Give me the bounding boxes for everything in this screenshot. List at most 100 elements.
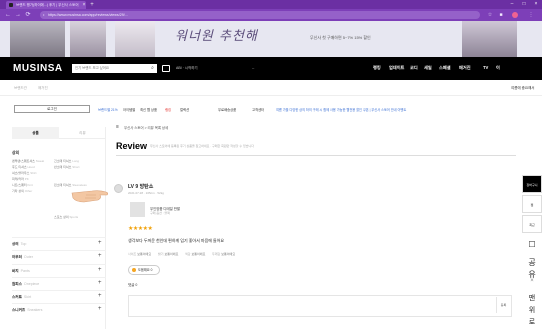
cat-item-support[interactable]: 고객센터 [252,107,264,112]
sidebar-tab-product[interactable]: 상품 [12,127,59,139]
review-tag: 색감보통이에요 [185,252,206,256]
avatar[interactable] [114,184,123,193]
expand-plus-icon[interactable]: + [98,306,102,312]
subnav-right-link[interactable]: 여름에 중요해서 [511,86,535,91]
browser-tab[interactable]: 브랜드 평가(하이에...) 후기 | 무신사 스토어 [6,1,86,9]
thumbs-up-icon [132,268,136,272]
page-title: Review [116,141,148,151]
divider [116,155,516,156]
rail-cart-button[interactable]: 장바구니 [522,175,542,193]
promo-banner[interactable]: 워너원 추천해 무신사 첫 구매하면 5~7% 15% 할인 [0,21,542,57]
sidebar-subcat[interactable]: 긴소매 티셔츠 Long [54,159,79,163]
rating-stars: ★★★★★ [128,226,153,232]
expand-plus-icon[interactable]: + [98,253,102,259]
gnb-special[interactable]: 스페셜 [439,65,451,71]
maximize-button[interactable]: □ [518,0,530,9]
sidebar-row[interactable]: 바지 Pants + [12,264,106,276]
sidebar-tab-review[interactable]: 리뷰 [59,127,106,139]
musinsa-logo[interactable]: MUSINSA [13,63,63,74]
sidebar-subcat[interactable]: 반소매 티셔츠 Short [54,165,79,169]
reload-button[interactable]: ⟳ [24,11,32,19]
gnb-more[interactable]: 이 [496,65,500,71]
gnb-coordi[interactable]: 코디 [410,65,418,71]
expand-plus-icon[interactable]: + [98,240,102,246]
sidebar-subcat[interactable]: 니트/스웨터 Knit [12,183,33,187]
product-option: 구매 옵션 : 블랙 [150,211,170,215]
scroll-top-button[interactable]: 맨위로 [526,293,538,326]
notice-banner-text[interactable]: 여름 가을 다양한 상의 하의 구매 시 함께 사용 가능한 웹전용 할인 쿠폰… [276,107,406,112]
right-rail: 장바구니 찜 최근 ☐ 공유 × 맨위로 [522,175,542,326]
camera-search-icon[interactable] [162,65,170,72]
search-input[interactable]: 인기 브랜드 보고 싶어요 [72,64,157,73]
gnb-ranking[interactable]: 랭킹 [373,65,381,71]
cat-item-new[interactable]: 최신 웹 상품 [140,107,157,112]
gnb-magazine[interactable]: 매거진 [459,65,471,71]
banner-photo-left [10,21,65,57]
site-header: MUSINSA 인기 브랜드 보고 싶어요 ⌕ ABI · 시작하기 – 랭킹 … [0,57,542,80]
bookmark-star-icon[interactable]: ☆ [486,11,494,19]
cat-item-item[interactable]: 아이템별 [123,107,135,112]
menu-list-icon[interactable]: ≡ [116,124,119,130]
sidebar-subcat[interactable]: 피케/카라 PK [12,177,29,181]
rail-like-button[interactable]: 찜 [522,195,542,213]
category-bar: 로그인 브랜드별 21% 아이템별 최신 웹 상품 랭킹 컬렉션 무료배송상품 … [0,103,542,115]
comment-count: 댓글 0 [128,283,138,287]
back-button[interactable]: ← [4,11,12,19]
gnb-update[interactable]: 업데이트 [389,65,404,71]
sidebar-subcat[interactable]: 스포츠 상의 Sports [54,215,78,219]
tab-title: 브랜드 평가(하이에...) 후기 | 무신사 스토어 [16,3,79,7]
clipboard-icon[interactable]: ☐ [526,239,538,251]
sub-nav: 브랜드관 매거진 여름에 중요해서 [0,80,542,96]
sidebar-subcat[interactable]: 기타 상의 Other [12,189,32,193]
minimize-button[interactable]: – [506,0,518,9]
rail-recent-button[interactable]: 최근 [522,215,542,233]
sidebar-subcat[interactable]: 맨투맨/스웨트셔츠 Sweat [12,159,44,163]
menu-icon[interactable]: ⋮ [527,11,535,19]
sidebar-row[interactable]: 상의 Top + [12,237,106,249]
share-icon[interactable]: 공유 [526,257,538,279]
subnav-magazine[interactable]: 매거진 [38,86,48,91]
breadcrumb[interactable]: 무신사 스토어 > 리뷰 목록 상세 [124,125,168,130]
sidebar-row[interactable]: 스니커즈 Sneakers + [12,303,106,315]
close-icon[interactable]: × [526,275,538,287]
sidebar-subcat[interactable]: 셔츠/블라우스 Shirt [12,171,36,175]
sidebar-row[interactable]: 스커트 Skirt + [12,290,106,302]
sidebar-subcat[interactable]: 후드 티셔츠 Hood [12,165,35,169]
banner-promo-text: 무신사 첫 구매하면 5~7% 15% 할인 [310,35,371,40]
comment-input[interactable] [128,295,512,317]
extensions-icon[interactable]: ■ [497,11,505,19]
expand-plus-icon[interactable]: + [98,267,102,273]
address-text: https://www.musinsa.com/app/reviews/view… [48,13,128,17]
gnb-tv[interactable]: TV [483,65,488,70]
product-thumbnail[interactable] [130,202,145,217]
cat-item-collection[interactable]: 컬렉션 [180,107,189,112]
cat-item-freeship[interactable]: 무료배송상품 [218,107,236,112]
gnb-sale[interactable]: 세일 [424,65,432,71]
reviewer-info: 2021.07.28 · 165cm · 52kg [128,191,164,195]
sidebar-category-head[interactable]: 상의 [12,151,19,156]
close-window-button[interactable]: × [530,0,542,9]
banner-photo-right [462,21,517,57]
expand-plus-icon[interactable]: + [98,280,102,286]
lock-icon: • [43,12,45,17]
header-sub-label[interactable]: ABI · 시작하기 [176,66,198,71]
comment-submit-button[interactable]: 등록 [496,297,510,313]
login-button[interactable]: 로그인 [14,105,90,113]
forward-button[interactable]: → [14,11,22,19]
cat-item-brand[interactable]: 브랜드별 21% [98,107,118,112]
new-tab-button[interactable]: + [88,1,96,9]
subnav-brand[interactable]: 브랜드관 [14,86,27,91]
sidebar-row[interactable]: 원피스 Onepiece + [12,277,106,289]
sidebar-row[interactable]: 아우터 Outer + [12,250,106,262]
reviewer-name[interactable]: LV 9 방탄소 [128,183,153,190]
address-bar[interactable]: • https://www.musinsa.com/app/reviews/vi… [40,11,480,19]
helpful-button[interactable]: 도움돼요 0 [128,265,160,275]
banner-script-text: 워너원 추천해 [175,29,258,44]
profile-avatar[interactable] [512,12,518,18]
browser-tab-bar: 브랜드 평가(하이에...) 후기 | 무신사 스토어 × + – □ × [0,0,542,9]
expand-plus-icon[interactable]: + [98,293,102,299]
tab-close-icon[interactable]: × [80,1,88,9]
cat-item-ranking[interactable]: 랭킹 [165,107,171,112]
review-tag: 두께감보통이에요 [212,252,236,256]
search-icon[interactable]: ⌕ [148,64,157,73]
